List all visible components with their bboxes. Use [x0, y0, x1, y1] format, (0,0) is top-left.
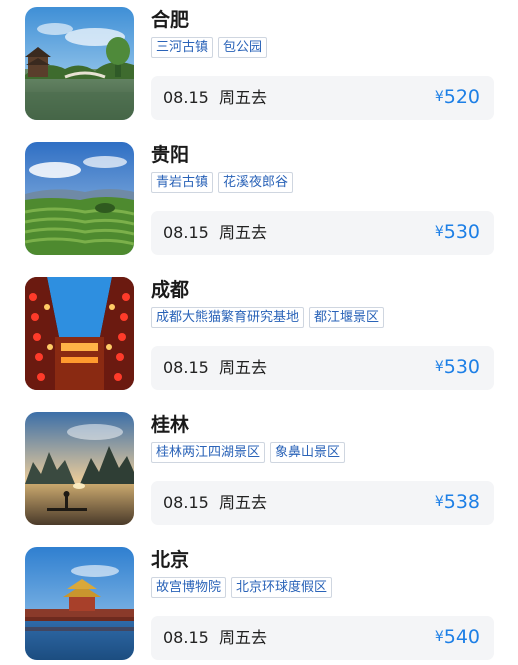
price: ¥520 [435, 85, 480, 109]
price: ¥540 [435, 625, 480, 649]
currency-symbol: ¥ [434, 359, 444, 375]
beijing-forbidden-city-photo[interactable] [25, 547, 134, 660]
attraction-tags: 成都大熊猫繁育研究基地 都江堰景区 [151, 307, 385, 328]
attraction-tag[interactable]: 象鼻山景区 [270, 442, 346, 463]
departure-date: 08.15 [163, 358, 209, 377]
destination-card-chengdu[interactable]: 成都 成都大熊猫繁育研究基地 都江堰景区 08.15 周五去 ¥530 [0, 270, 518, 390]
guiyang-terraced-fields-photo[interactable] [25, 142, 134, 255]
price: ¥538 [435, 490, 480, 514]
currency-symbol: ¥ [434, 494, 444, 510]
departure-day: 周五去 [219, 223, 268, 242]
city-name: 桂林 [151, 414, 190, 436]
departure-day: 周五去 [219, 358, 268, 377]
departure-date: 08.15 [163, 628, 209, 647]
currency-symbol: ¥ [434, 629, 444, 645]
destination-card-guilin[interactable]: 桂林 桂林两江四湖景区 象鼻山景区 08.15 周五去 ¥538 [0, 405, 518, 525]
departure-date: 08.15 [163, 88, 209, 107]
departure-date: 08.15 [163, 223, 209, 242]
attraction-tag[interactable]: 包公园 [218, 37, 268, 58]
chengdu-lantern-street-photo[interactable] [25, 277, 134, 390]
price: ¥530 [435, 355, 480, 379]
attraction-tag[interactable]: 都江堰景区 [309, 307, 385, 328]
attraction-tag[interactable]: 故宫博物院 [151, 577, 227, 598]
destination-list: 合肥 三河古镇 包公园 08.15 周五去 ¥520 贵阳 青岩古镇 花溪夜郎谷… [0, 0, 518, 665]
price: ¥530 [435, 220, 480, 244]
departure-day: 周五去 [219, 88, 268, 107]
departure-day: 周五去 [219, 628, 268, 647]
attraction-tag[interactable]: 成都大熊猫繁育研究基地 [151, 307, 305, 328]
attraction-tag[interactable]: 三河古镇 [151, 37, 214, 58]
hefei-pavilion-lake-photo[interactable] [25, 7, 134, 120]
city-name: 成都 [151, 279, 190, 301]
destination-card-hefei[interactable]: 合肥 三河古镇 包公园 08.15 周五去 ¥520 [0, 0, 518, 120]
trip-price-bar[interactable]: 08.15 周五去 ¥538 [151, 481, 494, 525]
trip-price-bar[interactable]: 08.15 周五去 ¥530 [151, 211, 494, 255]
trip-price-bar[interactable]: 08.15 周五去 ¥540 [151, 616, 494, 660]
city-name: 贵阳 [151, 144, 190, 166]
currency-symbol: ¥ [434, 224, 444, 240]
attraction-tag[interactable]: 青岩古镇 [151, 172, 214, 193]
departure-day: 周五去 [219, 493, 268, 512]
attraction-tags: 故宫博物院 北京环球度假区 [151, 577, 333, 598]
trip-price-bar[interactable]: 08.15 周五去 ¥520 [151, 76, 494, 120]
trip-price-bar[interactable]: 08.15 周五去 ¥530 [151, 346, 494, 390]
guilin-karst-river-photo[interactable] [25, 412, 134, 525]
price-value: 540 [443, 626, 480, 648]
price-value: 530 [443, 221, 480, 243]
attraction-tags: 青岩古镇 花溪夜郎谷 [151, 172, 294, 193]
departure-date: 08.15 [163, 493, 209, 512]
city-name: 北京 [151, 549, 190, 571]
price-value: 520 [443, 86, 480, 108]
attraction-tags: 三河古镇 包公园 [151, 37, 268, 58]
attraction-tag[interactable]: 桂林两江四湖景区 [151, 442, 266, 463]
city-name: 合肥 [151, 9, 190, 31]
price-value: 530 [443, 356, 480, 378]
currency-symbol: ¥ [434, 89, 444, 105]
destination-card-beijing[interactable]: 北京 故宫博物院 北京环球度假区 08.15 周五去 ¥540 [0, 540, 518, 660]
attraction-tag[interactable]: 花溪夜郎谷 [218, 172, 294, 193]
destination-card-guiyang[interactable]: 贵阳 青岩古镇 花溪夜郎谷 08.15 周五去 ¥530 [0, 135, 518, 255]
attraction-tags: 桂林两江四湖景区 象鼻山景区 [151, 442, 346, 463]
price-value: 538 [443, 491, 480, 513]
attraction-tag[interactable]: 北京环球度假区 [231, 577, 333, 598]
